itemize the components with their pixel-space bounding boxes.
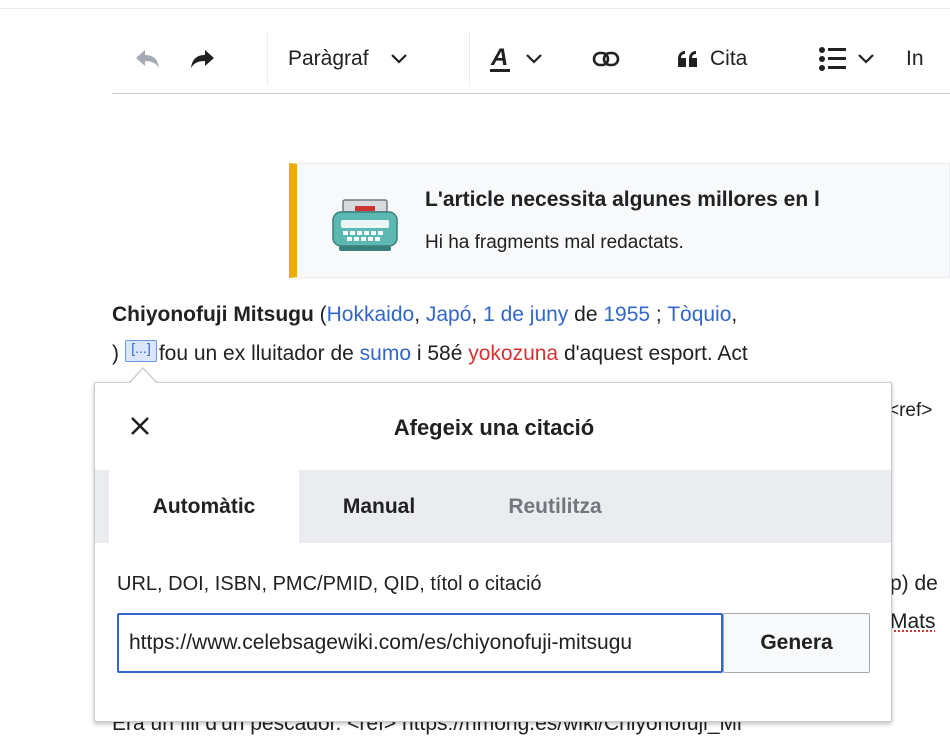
notice-subtitle: Hi ha fragments mal redactats. bbox=[425, 232, 684, 253]
background-text-fragment: p) de bbox=[890, 572, 938, 595]
citation-tabs: Automàtic Manual Reutilitza bbox=[95, 470, 891, 543]
generate-button[interactable]: Genera bbox=[723, 613, 870, 673]
top-divider bbox=[0, 8, 950, 9]
tab-reuse[interactable]: Reutilitza bbox=[475, 470, 635, 543]
link-icon bbox=[592, 51, 620, 67]
citation-source-input[interactable] bbox=[117, 613, 723, 673]
text: , bbox=[471, 303, 484, 326]
background-ref-fragment: <ref> bbox=[888, 400, 933, 421]
text: i 58é bbox=[411, 342, 469, 365]
text: , bbox=[414, 303, 426, 326]
text: fou un ex lluitador de bbox=[153, 342, 360, 365]
article-line-1: Chiyonofuji Mitsugu (Hokkaido, Japó, 1 d… bbox=[112, 303, 737, 327]
redo-button[interactable] bbox=[188, 24, 216, 94]
chevron-down-icon bbox=[858, 54, 874, 64]
paragraph-format-dropdown[interactable]: Paràgraf bbox=[288, 24, 407, 94]
typewriter-icon bbox=[332, 199, 398, 251]
citation-input-label: URL, DOI, ISBN, PMC/PMID, QID, títol o c… bbox=[117, 573, 542, 595]
toolbar-separator bbox=[267, 32, 268, 86]
svg-text:A: A bbox=[490, 44, 508, 71]
link-1-de-juny[interactable]: 1 de juny bbox=[483, 303, 568, 326]
text: ) bbox=[112, 342, 119, 365]
list-icon bbox=[819, 47, 846, 71]
cite-label: Cita bbox=[710, 47, 748, 70]
dialog-pointer-inner bbox=[129, 369, 157, 384]
text-style-icon: A bbox=[490, 44, 510, 72]
reference-marker[interactable]: [...] bbox=[125, 340, 157, 362]
paragraph-format-label: Paràgraf bbox=[288, 47, 369, 70]
text: de bbox=[568, 303, 604, 326]
text-style-dropdown[interactable]: A bbox=[488, 24, 542, 94]
quote-icon bbox=[678, 51, 697, 67]
text: ; bbox=[650, 303, 668, 326]
article-subject: Chiyonofuji Mitsugu bbox=[112, 303, 314, 326]
redo-icon bbox=[191, 50, 214, 68]
chevron-down-icon bbox=[390, 54, 407, 64]
link-toquio[interactable]: Tòquio bbox=[667, 303, 731, 326]
link-1955[interactable]: 1955 bbox=[603, 303, 650, 326]
tab-manual[interactable]: Manual bbox=[309, 470, 449, 543]
link-button[interactable] bbox=[592, 24, 620, 94]
text: , bbox=[731, 303, 738, 326]
article-line-2: ) fou un ex lluitador de sumo i 58é yoko… bbox=[112, 342, 748, 366]
link-japo[interactable]: Japó bbox=[426, 303, 472, 326]
add-citation-dialog: Afegeix una citació Automàtic Manual Reu… bbox=[94, 382, 892, 722]
background-text-fragment: Mats bbox=[890, 610, 936, 633]
undo-icon bbox=[136, 50, 159, 68]
editor-toolbar: Paràgraf A Cita In bbox=[112, 24, 950, 94]
insert-label: In bbox=[906, 47, 924, 70]
chevron-down-icon bbox=[526, 54, 542, 64]
dialog-title: Afegeix una citació bbox=[393, 415, 595, 440]
undo-button[interactable] bbox=[134, 24, 162, 94]
notice-title: L'article necessita algunes millores en … bbox=[425, 188, 820, 211]
link-hokkaido[interactable]: Hokkaido bbox=[327, 303, 415, 326]
link-sumo[interactable]: sumo bbox=[360, 342, 411, 365]
tab-automatic[interactable]: Automàtic bbox=[109, 470, 299, 543]
text: ( bbox=[313, 303, 327, 326]
toolbar-separator bbox=[469, 32, 470, 86]
insert-menu[interactable]: In bbox=[906, 24, 924, 94]
redlink-yokozuna[interactable]: yokozuna bbox=[468, 342, 558, 365]
cite-button[interactable]: Cita bbox=[676, 24, 747, 94]
list-dropdown[interactable] bbox=[818, 24, 874, 94]
maintenance-notice: L'article necessita algunes millores en … bbox=[289, 163, 950, 278]
text: d'aquest esport. Act bbox=[558, 342, 748, 365]
